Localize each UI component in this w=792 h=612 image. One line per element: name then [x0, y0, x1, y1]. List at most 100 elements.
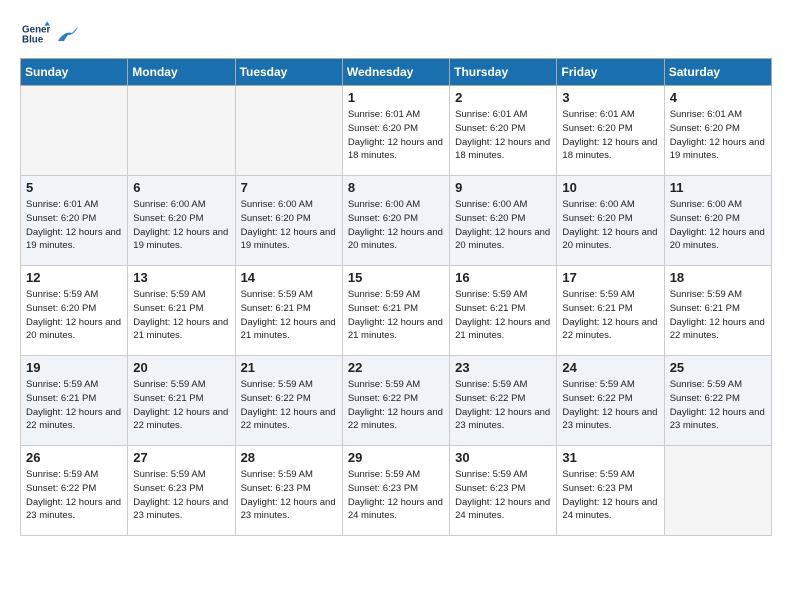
- calendar-header-row: SundayMondayTuesdayWednesdayThursdayFrid…: [21, 59, 772, 86]
- day-number: 18: [670, 270, 766, 285]
- day-info: Sunrise: 5:59 AMSunset: 6:23 PMDaylight:…: [348, 468, 444, 523]
- day-number: 12: [26, 270, 122, 285]
- day-number: 6: [133, 180, 229, 195]
- day-info: Sunrise: 5:59 AMSunset: 6:22 PMDaylight:…: [562, 378, 658, 433]
- calendar-day-cell: 3 Sunrise: 6:01 AMSunset: 6:20 PMDaylight…: [557, 86, 664, 176]
- calendar-day-cell: 9Sunrise: 6:00 AMSunset: 6:20 PMDaylight…: [450, 176, 557, 266]
- calendar-day-cell: [128, 86, 235, 176]
- calendar-week-row: 5 Sunrise: 6:01 AMSunset: 6:20 PMDaylight…: [21, 176, 772, 266]
- calendar-day-cell: 7 Sunrise: 6:00 AMSunset: 6:20 PMDaylight…: [235, 176, 342, 266]
- weekday-header: Saturday: [664, 59, 771, 86]
- day-number: 10: [562, 180, 658, 195]
- calendar-day-cell: 31Sunrise: 5:59 AMSunset: 6:23 PMDayligh…: [557, 446, 664, 536]
- day-number: 5: [26, 180, 122, 195]
- day-info: Sunrise: 6:00 AMSunset: 6:20 PMDaylight:…: [348, 198, 444, 253]
- day-number: 1: [348, 90, 444, 105]
- calendar-day-cell: 20 Sunrise: 5:59 AMSunset: 6:21 PMDayligh…: [128, 356, 235, 446]
- calendar-day-cell: 24 Sunrise: 5:59 AMSunset: 6:22 PMDayligh…: [557, 356, 664, 446]
- calendar-day-cell: [664, 446, 771, 536]
- calendar-week-row: 26 Sunrise: 5:59 AMSunset: 6:22 PMDayligh…: [21, 446, 772, 536]
- day-number: 30: [455, 450, 551, 465]
- day-number: 20: [133, 360, 229, 375]
- day-info: Sunrise: 5:59 AMSunset: 6:21 PMDaylight:…: [562, 288, 658, 343]
- day-info: Sunrise: 6:00 AMSunset: 6:20 PMDaylight:…: [241, 198, 337, 253]
- calendar-day-cell: 6 Sunrise: 6:00 AMSunset: 6:20 PMDaylight…: [128, 176, 235, 266]
- day-info: Sunrise: 5:59 AMSunset: 6:21 PMDaylight:…: [348, 288, 444, 343]
- weekday-header: Thursday: [450, 59, 557, 86]
- day-info: Sunrise: 5:59 AMSunset: 6:21 PMDaylight:…: [670, 288, 766, 343]
- calendar-day-cell: 16Sunrise: 5:59 AMSunset: 6:21 PMDayligh…: [450, 266, 557, 356]
- calendar-day-cell: 2 Sunrise: 6:01 AMSunset: 6:20 PMDaylight…: [450, 86, 557, 176]
- calendar-day-cell: 22 Sunrise: 5:59 AMSunset: 6:22 PMDayligh…: [342, 356, 449, 446]
- day-info: Sunrise: 5:59 AMSunset: 6:21 PMDaylight:…: [133, 288, 229, 343]
- calendar-day-cell: 30 Sunrise: 5:59 AMSunset: 6:23 PMDayligh…: [450, 446, 557, 536]
- day-number: 23: [455, 360, 551, 375]
- day-info: Sunrise: 5:59 AMSunset: 6:22 PMDaylight:…: [670, 378, 766, 433]
- calendar-day-cell: 29Sunrise: 5:59 AMSunset: 6:23 PMDayligh…: [342, 446, 449, 536]
- logo-icon: General Blue: [22, 20, 50, 48]
- calendar-day-cell: 10Sunrise: 6:00 AMSunset: 6:20 PMDayligh…: [557, 176, 664, 266]
- calendar-table: SundayMondayTuesdayWednesdayThursdayFrid…: [20, 58, 772, 536]
- day-number: 17: [562, 270, 658, 285]
- day-number: 28: [241, 450, 337, 465]
- day-info: Sunrise: 6:00 AMSunset: 6:20 PMDaylight:…: [670, 198, 766, 253]
- day-number: 4: [670, 90, 766, 105]
- calendar-day-cell: [21, 86, 128, 176]
- day-number: 13: [133, 270, 229, 285]
- day-info: Sunrise: 5:59 AMSunset: 6:21 PMDaylight:…: [133, 378, 229, 433]
- calendar-day-cell: 23 Sunrise: 5:59 AMSunset: 6:22 PMDayligh…: [450, 356, 557, 446]
- day-info: Sunrise: 5:59 AMSunset: 6:20 PMDaylight:…: [26, 288, 122, 343]
- day-number: 24: [562, 360, 658, 375]
- day-number: 31: [562, 450, 658, 465]
- calendar-day-cell: 28 Sunrise: 5:59 AMSunset: 6:23 PMDayligh…: [235, 446, 342, 536]
- day-number: 7: [241, 180, 337, 195]
- day-info: Sunrise: 5:59 AMSunset: 6:23 PMDaylight:…: [133, 468, 229, 523]
- day-number: 15: [348, 270, 444, 285]
- day-info: Sunrise: 5:59 AMSunset: 6:21 PMDaylight:…: [241, 288, 337, 343]
- calendar-day-cell: 15 Sunrise: 5:59 AMSunset: 6:21 PMDayligh…: [342, 266, 449, 356]
- day-number: 25: [670, 360, 766, 375]
- day-info: Sunrise: 6:01 AMSunset: 6:20 PMDaylight:…: [670, 108, 766, 163]
- calendar-day-cell: 13 Sunrise: 5:59 AMSunset: 6:21 PMDayligh…: [128, 266, 235, 356]
- day-number: 26: [26, 450, 122, 465]
- day-info: Sunrise: 5:59 AMSunset: 6:22 PMDaylight:…: [348, 378, 444, 433]
- calendar-week-row: 12 Sunrise: 5:59 AMSunset: 6:20 PMDayligh…: [21, 266, 772, 356]
- day-number: 2: [455, 90, 551, 105]
- day-info: Sunrise: 5:59 AMSunset: 6:22 PMDaylight:…: [455, 378, 551, 433]
- calendar-day-cell: 27 Sunrise: 5:59 AMSunset: 6:23 PMDayligh…: [128, 446, 235, 536]
- weekday-header: Monday: [128, 59, 235, 86]
- day-info: Sunrise: 6:01 AMSunset: 6:20 PMDaylight:…: [348, 108, 444, 163]
- weekday-header: Tuesday: [235, 59, 342, 86]
- calendar-day-cell: 14 Sunrise: 5:59 AMSunset: 6:21 PMDayligh…: [235, 266, 342, 356]
- day-info: Sunrise: 5:59 AMSunset: 6:22 PMDaylight:…: [26, 468, 122, 523]
- day-number: 16: [455, 270, 551, 285]
- calendar-day-cell: 25 Sunrise: 5:59 AMSunset: 6:22 PMDayligh…: [664, 356, 771, 446]
- day-number: 22: [348, 360, 444, 375]
- day-number: 9: [455, 180, 551, 195]
- calendar-week-row: 19 Sunrise: 5:59 AMSunset: 6:21 PMDayligh…: [21, 356, 772, 446]
- day-info: Sunrise: 6:01 AMSunset: 6:20 PMDaylight:…: [562, 108, 658, 163]
- day-info: Sunrise: 6:00 AMSunset: 6:20 PMDaylight:…: [133, 198, 229, 253]
- calendar-day-cell: 8 Sunrise: 6:00 AMSunset: 6:20 PMDaylight…: [342, 176, 449, 266]
- calendar-day-cell: 18 Sunrise: 5:59 AMSunset: 6:21 PMDayligh…: [664, 266, 771, 356]
- day-info: Sunrise: 6:01 AMSunset: 6:20 PMDaylight:…: [455, 108, 551, 163]
- logo-bird-icon: [56, 27, 78, 45]
- day-number: 3: [562, 90, 658, 105]
- day-info: Sunrise: 5:59 AMSunset: 6:22 PMDaylight:…: [241, 378, 337, 433]
- day-info: Sunrise: 5:59 AMSunset: 6:23 PMDaylight:…: [241, 468, 337, 523]
- calendar-day-cell: 11Sunrise: 6:00 AMSunset: 6:20 PMDayligh…: [664, 176, 771, 266]
- day-number: 8: [348, 180, 444, 195]
- day-info: Sunrise: 5:59 AMSunset: 6:23 PMDaylight:…: [455, 468, 551, 523]
- day-info: Sunrise: 6:01 AMSunset: 6:20 PMDaylight:…: [26, 198, 122, 253]
- calendar-day-cell: [235, 86, 342, 176]
- calendar-day-cell: 19 Sunrise: 5:59 AMSunset: 6:21 PMDayligh…: [21, 356, 128, 446]
- day-number: 14: [241, 270, 337, 285]
- day-number: 27: [133, 450, 229, 465]
- calendar-day-cell: 26 Sunrise: 5:59 AMSunset: 6:22 PMDayligh…: [21, 446, 128, 536]
- calendar-day-cell: 5 Sunrise: 6:01 AMSunset: 6:20 PMDaylight…: [21, 176, 128, 266]
- day-info: Sunrise: 5:59 AMSunset: 6:21 PMDaylight:…: [26, 378, 122, 433]
- page-header: General Blue: [20, 20, 772, 48]
- day-number: 19: [26, 360, 122, 375]
- weekday-header: Wednesday: [342, 59, 449, 86]
- svg-text:Blue: Blue: [22, 34, 44, 45]
